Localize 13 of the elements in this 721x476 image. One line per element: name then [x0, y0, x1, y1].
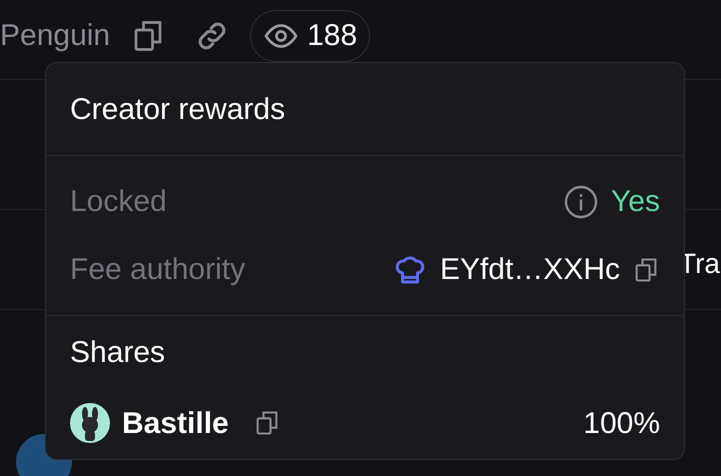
share-name: Bastille	[122, 406, 229, 442]
rabbit-avatar-icon	[70, 403, 110, 443]
views-count: 188	[307, 18, 358, 54]
info-icon[interactable]	[563, 184, 600, 220]
share-percent: 100%	[583, 406, 660, 442]
address-text: EYfdt…XXHc	[440, 252, 620, 288]
row-label: Locked	[70, 184, 167, 220]
row-label: Fee authority	[70, 252, 246, 288]
shares-title: Shares	[70, 334, 166, 370]
token-name: Penguin	[0, 18, 110, 54]
background-text: Tra	[679, 246, 721, 280]
popover-title: Creator rewards	[70, 92, 286, 128]
locked-value: Yes	[611, 184, 660, 220]
